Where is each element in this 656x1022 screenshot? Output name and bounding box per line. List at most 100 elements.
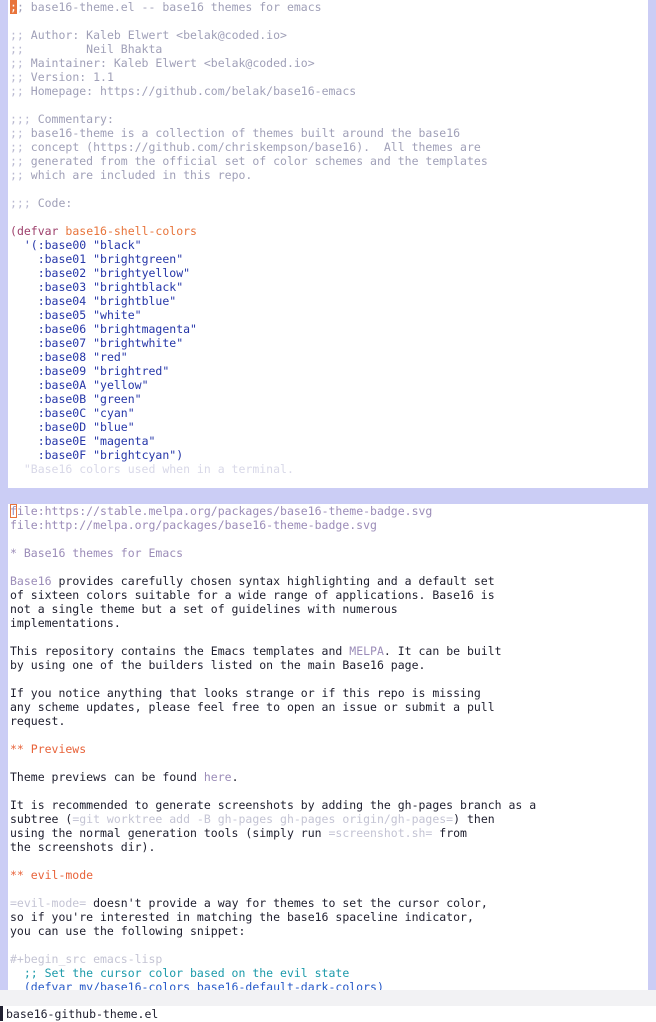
org-line[interactable]: (defvar my/base16-colors base16-default-… (10, 980, 648, 990)
org-line[interactable]: so if you're interested in matching the … (10, 910, 648, 924)
org-line[interactable]: ;; Set the cursor color based on the evi… (10, 966, 648, 980)
elisp-span: Maintainer: Kaleb Elwert <belak@coded.io… (30, 56, 315, 70)
org-line[interactable] (10, 630, 648, 644)
elisp-line[interactable]: :base09 "brightred" (10, 364, 648, 378)
elisp-line[interactable]: :base06 "brightmagenta" (10, 322, 648, 336)
elisp-line[interactable]: "Base16 colors used when in a terminal. (10, 462, 648, 476)
org-line[interactable] (10, 728, 648, 742)
elisp-line[interactable] (10, 210, 648, 224)
elisp-line[interactable]: :base0B "green" (10, 392, 648, 406)
elisp-line[interactable]: :base0A "yellow" (10, 378, 648, 392)
elisp-line[interactable]: ;; base16-theme is a collection of theme… (10, 126, 648, 140)
org-line[interactable] (10, 672, 648, 686)
org-line[interactable]: subtree (=git worktree add -B gh-pages g… (10, 812, 648, 826)
org-line[interactable]: implementations. (10, 616, 648, 630)
elisp-line[interactable]: ;; base16-theme.el -- base16 themes for … (10, 0, 648, 14)
minibuffer[interactable]: base16-github-theme.el (0, 1006, 656, 1022)
org-line[interactable]: ** Previews (10, 742, 648, 756)
org-span: you can use the following snippet: (10, 924, 246, 938)
org-line[interactable]: file:http://melpa.org/packages/base16-th… (10, 518, 648, 532)
org-line[interactable]: request. (10, 714, 648, 728)
org-line[interactable]: Base16 provides carefully chosen syntax … (10, 574, 648, 588)
elisp-line[interactable]: :base07 "brightwhite" (10, 336, 648, 350)
elisp-span: ( (10, 224, 17, 238)
org-line[interactable]: by using one of the builders listed on t… (10, 658, 648, 672)
org-line[interactable]: It is recommended to generate screenshot… (10, 798, 648, 812)
org-line[interactable]: you can use the following snippet: (10, 924, 648, 938)
elisp-line[interactable]: :base05 "white" (10, 308, 648, 322)
elisp-line[interactable]: ;; generated from the official set of co… (10, 154, 648, 168)
elisp-span: :base0B (10, 392, 87, 406)
org-span: ** Previews (10, 742, 87, 756)
org-line[interactable]: ** evil-mode (10, 868, 648, 882)
elisp-span: ;; (10, 42, 31, 56)
elisp-line[interactable]: ;;; Code: (10, 196, 648, 210)
elisp-line[interactable]: :base08 "red" (10, 350, 648, 364)
org-line[interactable]: the screenshots dir). (10, 840, 648, 854)
elisp-line[interactable]: :base0E "magenta" (10, 434, 648, 448)
elisp-line[interactable] (10, 98, 648, 112)
elisp-line[interactable]: ;; Author: Kaleb Elwert <belak@coded.io> (10, 28, 648, 42)
org-line[interactable] (10, 532, 648, 546)
org-line[interactable]: any scheme updates, please feel free to … (10, 700, 648, 714)
elisp-span: :base05 (10, 308, 87, 322)
elisp-span: "brightblue" (93, 294, 177, 308)
editor-window-org[interactable]: file:https://stable.melpa.org/packages/b… (0, 504, 656, 1006)
elisp-line[interactable]: ;; Version: 1.1 (10, 70, 648, 84)
elisp-line[interactable]: ;; Neil Bhakta (10, 42, 648, 56)
elisp-line[interactable]: :base0F "brightcyan") (10, 448, 648, 462)
org-span: request. (10, 714, 66, 728)
elisp-line[interactable]: :base03 "brightblack" (10, 280, 648, 294)
org-line[interactable] (10, 756, 648, 770)
org-line[interactable] (10, 784, 648, 798)
editor-window-elisp[interactable]: ;; base16-theme.el -- base16 themes for … (0, 0, 656, 504)
elisp-line[interactable]: :base01 "brightgreen" (10, 252, 648, 266)
elisp-span: "green" (93, 392, 142, 406)
org-span: not a single theme but a set of guidelin… (10, 602, 398, 616)
org-span: so if you're interested in matching the … (10, 910, 474, 924)
elisp-line[interactable] (10, 182, 648, 196)
org-span: ile:https://stable.melpa.org/packages/ba… (16, 504, 433, 518)
org-line[interactable] (10, 882, 648, 896)
org-line[interactable]: If you notice anything that looks strang… (10, 686, 648, 700)
org-line[interactable] (10, 938, 648, 952)
elisp-line[interactable]: ;; Maintainer: Kaleb Elwert <belak@coded… (10, 56, 648, 70)
elisp-line[interactable]: ;; concept (https://github.com/chriskemp… (10, 140, 648, 154)
elisp-line[interactable]: :base0C "cyan" (10, 406, 648, 420)
elisp-span: concept (https://github.com/chriskempson… (30, 140, 481, 154)
org-line[interactable]: of sixteen colors suitable for a wide ra… (10, 588, 648, 602)
org-line[interactable]: using the normal generation tools (simpl… (10, 826, 648, 840)
buffer-readme-org[interactable]: file:https://stable.melpa.org/packages/b… (0, 504, 656, 990)
org-line[interactable]: #+begin_src emacs-lisp (10, 952, 648, 966)
elisp-line[interactable]: ;;; Commentary: (10, 112, 648, 126)
org-line[interactable]: Theme previews can be found here. (10, 770, 648, 784)
org-line[interactable]: * Base16 themes for Emacs (10, 546, 648, 560)
modeline-org[interactable]: -:--- README.org Top L1 Git-master (Org) (0, 990, 656, 1006)
elisp-span: ; (10, 0, 17, 14)
org-line[interactable]: not a single theme but a set of guidelin… (10, 602, 648, 616)
elisp-line[interactable]: ;; Homepage: https://github.com/belak/ba… (10, 84, 648, 98)
elisp-line[interactable]: ;; which are included in this repo. (10, 168, 648, 182)
buffer-base16-theme-el[interactable]: ;; base16-theme.el -- base16 themes for … (0, 0, 656, 488)
elisp-line[interactable]: (defvar base16-shell-colors (10, 224, 648, 238)
org-line[interactable] (10, 560, 648, 574)
org-line[interactable]: This repository contains the Emacs templ… (10, 644, 648, 658)
org-line[interactable] (10, 854, 648, 868)
org-span: subtree ( (10, 812, 73, 826)
elisp-span: base16-shell-colors (65, 224, 197, 238)
elisp-span: "brightgreen" (93, 252, 184, 266)
elisp-line[interactable]: :base04 "brightblue" (10, 294, 648, 308)
org-span: any scheme updates, please feel free to … (10, 700, 495, 714)
elisp-line[interactable]: '(:base00 "black" (10, 238, 648, 252)
text-area-org[interactable]: file:https://stable.melpa.org/packages/b… (8, 504, 648, 990)
elisp-line[interactable]: :base02 "brightyellow" (10, 266, 648, 280)
elisp-line[interactable] (10, 14, 648, 28)
org-line[interactable]: =evil-mode= doesn't provide a way for th… (10, 896, 648, 910)
minibuffer-cursor (0, 1006, 3, 1021)
text-area-elisp[interactable]: ;; base16-theme.el -- base16 themes for … (8, 0, 648, 488)
modeline-elisp[interactable]: -:--- base16-theme.el Top L1 Git-master … (0, 488, 656, 504)
elisp-line[interactable]: :base0D "blue" (10, 420, 648, 434)
right-fringe-top (648, 0, 656, 488)
org-span: here (203, 770, 232, 784)
org-line[interactable]: file:https://stable.melpa.org/packages/b… (10, 504, 648, 518)
